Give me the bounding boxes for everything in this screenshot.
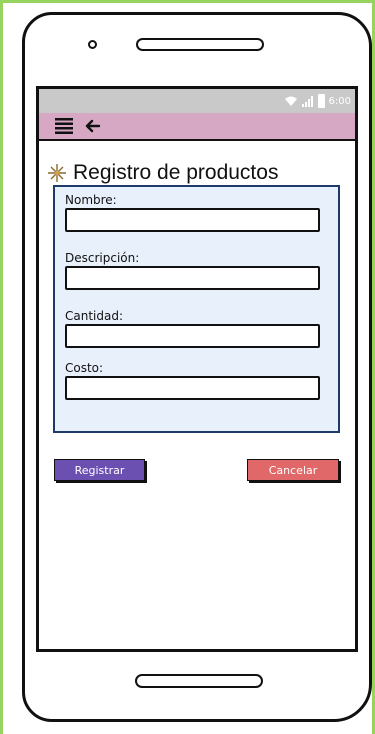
menu-icon[interactable] xyxy=(55,117,73,135)
field-label-costo: Costo: xyxy=(65,361,104,375)
camera-icon xyxy=(88,40,97,49)
field-cantidad: Cantidad: xyxy=(65,309,320,348)
speaker-grille xyxy=(136,38,264,51)
descripcion-input[interactable] xyxy=(65,266,320,290)
signal-icon xyxy=(301,95,314,107)
costo-input[interactable] xyxy=(65,376,320,400)
field-costo: Costo: xyxy=(65,361,320,400)
back-arrow-icon[interactable] xyxy=(84,117,104,135)
field-label-cantidad: Cantidad: xyxy=(65,309,124,323)
home-button[interactable] xyxy=(135,674,263,688)
page-title: Registro de productos xyxy=(73,161,279,184)
field-label-descripcion: Descripción: xyxy=(65,251,140,265)
nombre-input[interactable] xyxy=(65,208,320,232)
field-label-nombre: Nombre: xyxy=(65,193,117,207)
product-form: Nombre: Descripción: Cantidad: Costo: xyxy=(53,185,340,433)
page: 6:00 Registro de productos Nombre: Descr… xyxy=(0,0,375,734)
battery-icon xyxy=(317,94,325,108)
field-descripcion: Descripción: xyxy=(65,251,320,290)
cancel-button[interactable]: Cancelar xyxy=(247,459,339,481)
page-header: Registro de productos xyxy=(47,159,278,187)
cantidad-input[interactable] xyxy=(65,324,320,348)
app-bar xyxy=(39,113,355,141)
sparkle-icon xyxy=(47,163,67,183)
field-nombre: Nombre: xyxy=(65,193,320,232)
status-icons: 6:00 xyxy=(284,93,351,109)
status-time: 6:00 xyxy=(328,95,351,107)
phone-screen: 6:00 Registro de productos Nombre: Descr… xyxy=(36,86,358,652)
wifi-icon xyxy=(284,96,298,107)
status-bar: 6:00 xyxy=(39,89,355,113)
register-button[interactable]: Registrar xyxy=(54,459,145,481)
